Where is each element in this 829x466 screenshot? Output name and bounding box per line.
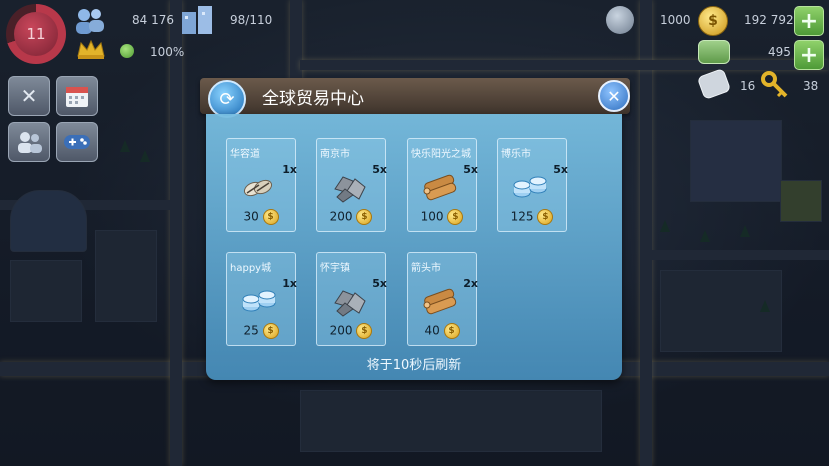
level-badge[interactable]: 11 (6, 4, 66, 64)
workers-value: 98/110 (230, 13, 273, 27)
coin-icon: $ (356, 323, 373, 339)
globe-icon: ⟳ (208, 80, 246, 118)
build-tools-button[interactable]: ✕ (8, 76, 50, 116)
offer-price: 25 $ (227, 323, 295, 339)
games-button[interactable] (56, 122, 98, 162)
offer-price: 30 $ (227, 209, 295, 225)
friends-icon (18, 132, 42, 153)
close-icon: ✕ (607, 86, 621, 106)
tools-icon: ✕ (20, 84, 38, 108)
simcash-token-value: 1000 (660, 13, 691, 27)
coin-icon: $ (356, 209, 373, 225)
golden-key-icon (760, 70, 790, 100)
simcash-bills-icon (698, 40, 730, 64)
simoleons-value: 192 792 (744, 13, 794, 27)
happiness-face-icon (120, 44, 134, 58)
coin-icon: $ (447, 209, 464, 225)
simcash-token-icon (606, 6, 634, 34)
wood-resource-icon (420, 171, 460, 203)
happiness-value: 100% (150, 45, 185, 59)
offer-price-value: 30 (243, 209, 259, 224)
offer-price-value: 125 (510, 209, 534, 224)
coin-icon: $ (262, 323, 279, 339)
offer-quantity: 5x (372, 163, 387, 176)
gamepad-icon (64, 135, 90, 149)
offer-card[interactable]: 箭头市 2x 40 $ (407, 252, 478, 346)
close-button[interactable]: ✕ (598, 80, 630, 112)
friends-button[interactable] (8, 122, 50, 162)
offer-quantity: 5x (553, 163, 568, 176)
buy-simoleons-button[interactable]: + (794, 6, 824, 36)
buy-simcash-button[interactable]: + (794, 40, 824, 70)
offer-price-value: 100 (420, 209, 444, 224)
offer-quantity: 1x (282, 163, 297, 176)
coin-icon: $ (537, 209, 554, 225)
offer-price: 40 $ (408, 323, 476, 339)
offer-city-name: 快乐阳光之城 (411, 149, 471, 160)
offer-city-name: 南京市 (320, 149, 350, 160)
level-number: 11 (14, 12, 58, 56)
plastic-resource-icon (239, 285, 279, 317)
coin-icon: $ (262, 209, 279, 225)
offer-card[interactable]: 怀宇镇 5x 200 $ (316, 252, 387, 346)
keys-value: 38 (803, 79, 819, 93)
dialog-title: 全球贸易中心 (262, 89, 364, 109)
offer-city-name: 怀宇镇 (320, 263, 350, 274)
items-value: 16 (740, 79, 756, 93)
offer-city-name: 博乐市 (501, 149, 531, 160)
offer-price-value: 40 (424, 323, 440, 338)
offer-price: 200 $ (317, 209, 385, 225)
offer-card[interactable]: 博乐市 5x 125 $ (497, 138, 568, 232)
calendar-button[interactable] (56, 76, 98, 116)
plastic-resource-icon (510, 171, 550, 203)
offer-quantity: 1x (282, 277, 297, 290)
offer-quantity: 5x (463, 163, 478, 176)
offer-card[interactable]: happy城 1x 25 $ (226, 252, 297, 346)
offer-price-value: 200 (329, 323, 353, 338)
offer-city-name: happy城 (230, 263, 272, 274)
offer-quantity: 2x (463, 277, 478, 290)
simoleon-coin-icon: $ (698, 6, 728, 36)
metal-resource-icon (329, 171, 369, 203)
offer-city-name: 华容道 (230, 149, 260, 160)
metal-resource-icon (329, 285, 369, 317)
offer-price-value: 25 (243, 323, 259, 338)
workers-building-icon[interactable] (178, 4, 218, 36)
refresh-note: 将于10秒后刷新 (366, 358, 462, 373)
population-icon[interactable] (72, 6, 108, 36)
offer-quantity: 5x (372, 277, 387, 290)
seeds-resource-icon (239, 171, 279, 203)
calendar-icon (66, 87, 88, 107)
offer-card[interactable]: 南京市 5x 200 $ (316, 138, 387, 232)
simcash-value: 495 (768, 45, 791, 59)
offer-card[interactable]: 华容道 1x 30 $ (226, 138, 297, 232)
population-value: 84 176 (132, 13, 174, 27)
crown-icon (76, 38, 106, 60)
offer-card[interactable]: 快乐阳光之城 5x 100 $ (407, 138, 478, 232)
offer-city-name: 箭头市 (411, 263, 441, 274)
offer-price-value: 200 (329, 209, 353, 224)
offer-price: 125 $ (498, 209, 566, 225)
wood-resource-icon (420, 285, 460, 317)
offer-price: 200 $ (317, 323, 385, 339)
offer-price: 100 $ (408, 209, 476, 225)
coin-icon: $ (443, 323, 460, 339)
